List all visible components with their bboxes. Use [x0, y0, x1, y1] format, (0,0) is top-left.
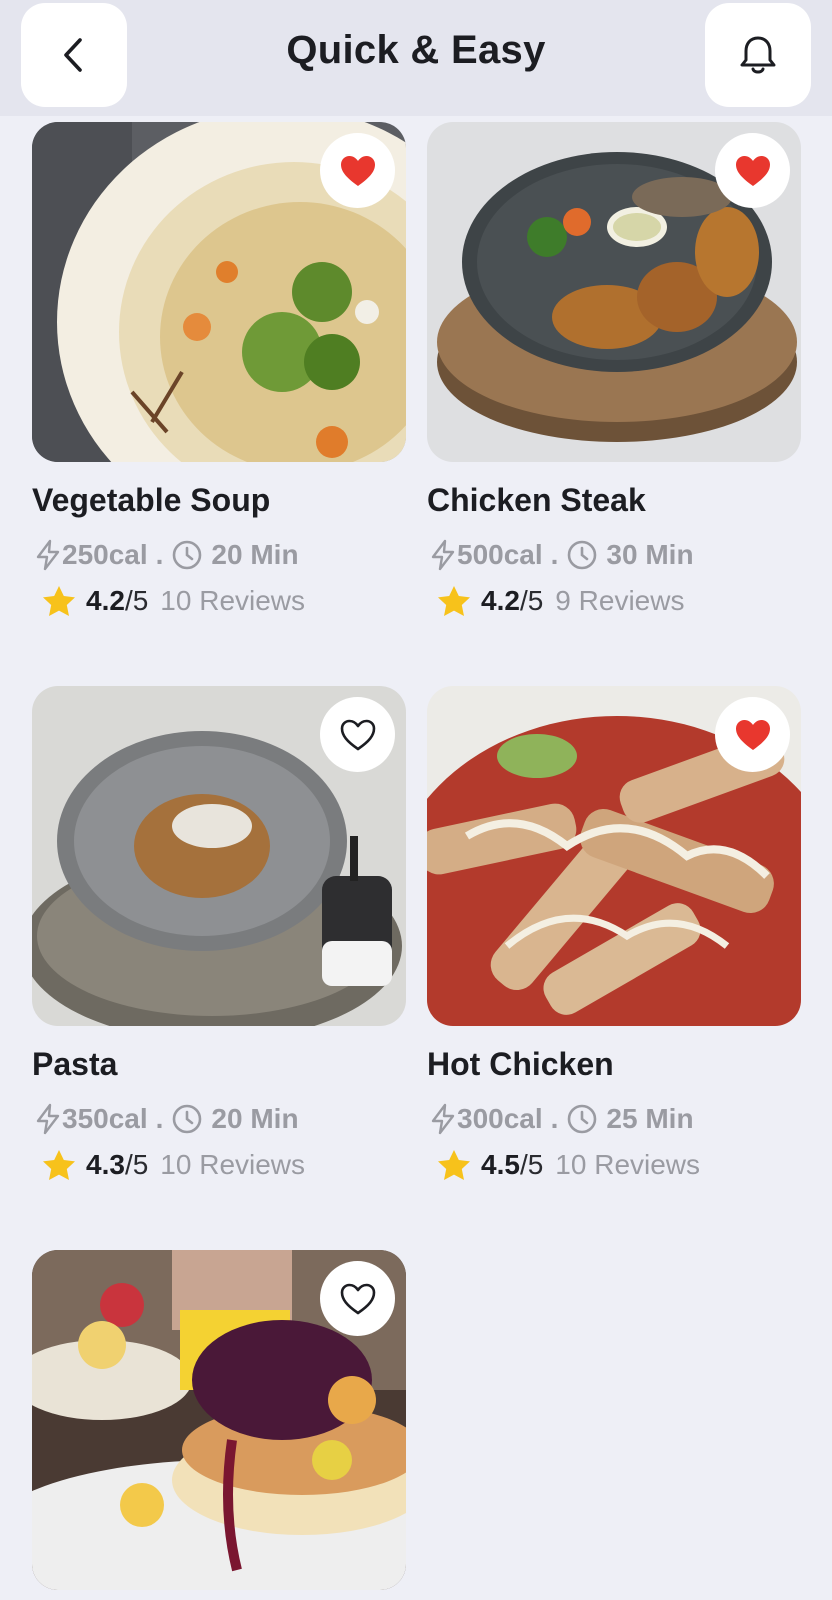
clock-icon	[568, 540, 597, 570]
heart-outline-icon	[340, 1283, 375, 1314]
recipe-image[interactable]	[32, 1250, 406, 1590]
heart-filled-icon	[340, 155, 375, 186]
favorite-button[interactable]	[715, 133, 790, 208]
recipe-card[interactable]: Pasta 350cal . 20 Min 4.3/5 10 Reviews	[32, 686, 406, 1180]
clock-icon	[568, 1104, 597, 1134]
cook-time: 30 Min	[606, 539, 694, 570]
review-count[interactable]: 10 Reviews	[555, 1149, 700, 1181]
clock-icon	[173, 540, 202, 570]
review-count[interactable]: 9 Reviews	[555, 585, 684, 617]
favorite-button[interactable]	[715, 697, 790, 772]
calories: 250cal	[62, 539, 148, 570]
lightning-icon	[431, 1103, 455, 1135]
recipe-meta: 250cal . 20 Min	[34, 538, 299, 572]
recipe-card[interactable]: Vegetable Soup 250cal . 20 Min 4.2/5 10 …	[32, 122, 406, 616]
recipe-card[interactable]: Hot Chicken 300cal . 25 Min 4.5/5 10 Rev…	[427, 686, 801, 1180]
lightning-icon	[431, 539, 455, 571]
star-icon	[438, 1150, 470, 1180]
review-count[interactable]: 10 Reviews	[160, 585, 305, 617]
recipe-rating: 4.2/5 10 Reviews	[42, 584, 305, 618]
bell-icon	[740, 36, 776, 74]
recipe-image[interactable]	[427, 686, 801, 1026]
recipe-name: Pasta	[32, 1046, 118, 1082]
favorite-button[interactable]	[320, 1261, 395, 1336]
rating-out-of: /5	[124, 1149, 149, 1180]
cook-time: 20 Min	[211, 1103, 299, 1134]
calories: 300cal	[457, 1103, 543, 1134]
heart-outline-icon	[340, 719, 375, 750]
rating-out-of: /5	[519, 585, 544, 616]
recipe-meta: 350cal . 20 Min	[34, 1102, 299, 1136]
separator: .	[155, 539, 164, 570]
recipe-image[interactable]	[32, 122, 406, 462]
recipe-name: Chicken Steak	[427, 482, 646, 518]
app-header: Quick & Easy	[0, 0, 832, 116]
favorite-button[interactable]	[320, 133, 395, 208]
recipe-rating: 4.2/5 9 Reviews	[437, 584, 684, 618]
calories: 500cal	[457, 539, 543, 570]
separator: .	[155, 1103, 164, 1134]
separator: .	[550, 1103, 559, 1134]
chevron-left-icon	[64, 38, 82, 72]
rating-score: 4.2	[481, 585, 520, 616]
star-icon	[43, 1150, 75, 1180]
star-icon	[43, 586, 75, 616]
calories: 350cal	[62, 1103, 148, 1134]
back-button[interactable]	[21, 3, 127, 107]
recipe-card[interactable]: Chicken Steak 500cal . 30 Min 4.2/5 9 Re…	[427, 122, 801, 616]
rating-score: 4.2	[86, 585, 125, 616]
recipe-name: Hot Chicken	[427, 1046, 614, 1082]
recipe-image[interactable]	[32, 686, 406, 1026]
rating-out-of: /5	[519, 1149, 544, 1180]
lightning-icon	[36, 1103, 60, 1135]
recipe-meta: 500cal . 30 Min	[429, 538, 694, 572]
recipe-image[interactable]	[427, 122, 801, 462]
notification-button[interactable]	[705, 3, 811, 107]
recipe-rating: 4.3/5 10 Reviews	[42, 1148, 305, 1182]
heart-filled-icon	[735, 719, 770, 750]
rating-score: 4.5	[481, 1149, 520, 1180]
review-count[interactable]: 10 Reviews	[160, 1149, 305, 1181]
separator: .	[550, 539, 559, 570]
star-icon	[438, 586, 470, 616]
favorite-button[interactable]	[320, 697, 395, 772]
rating-score: 4.3	[86, 1149, 125, 1180]
recipe-meta: 300cal . 25 Min	[429, 1102, 694, 1136]
cook-time: 25 Min	[606, 1103, 694, 1134]
lightning-icon	[36, 539, 60, 571]
recipe-name: Vegetable Soup	[32, 482, 271, 518]
recipe-card[interactable]	[32, 1250, 406, 1590]
rating-out-of: /5	[124, 585, 149, 616]
clock-icon	[173, 1104, 202, 1134]
heart-filled-icon	[735, 155, 770, 186]
cook-time: 20 Min	[211, 539, 299, 570]
recipe-rating: 4.5/5 10 Reviews	[437, 1148, 700, 1182]
page-title: Quick & Easy	[286, 28, 546, 72]
